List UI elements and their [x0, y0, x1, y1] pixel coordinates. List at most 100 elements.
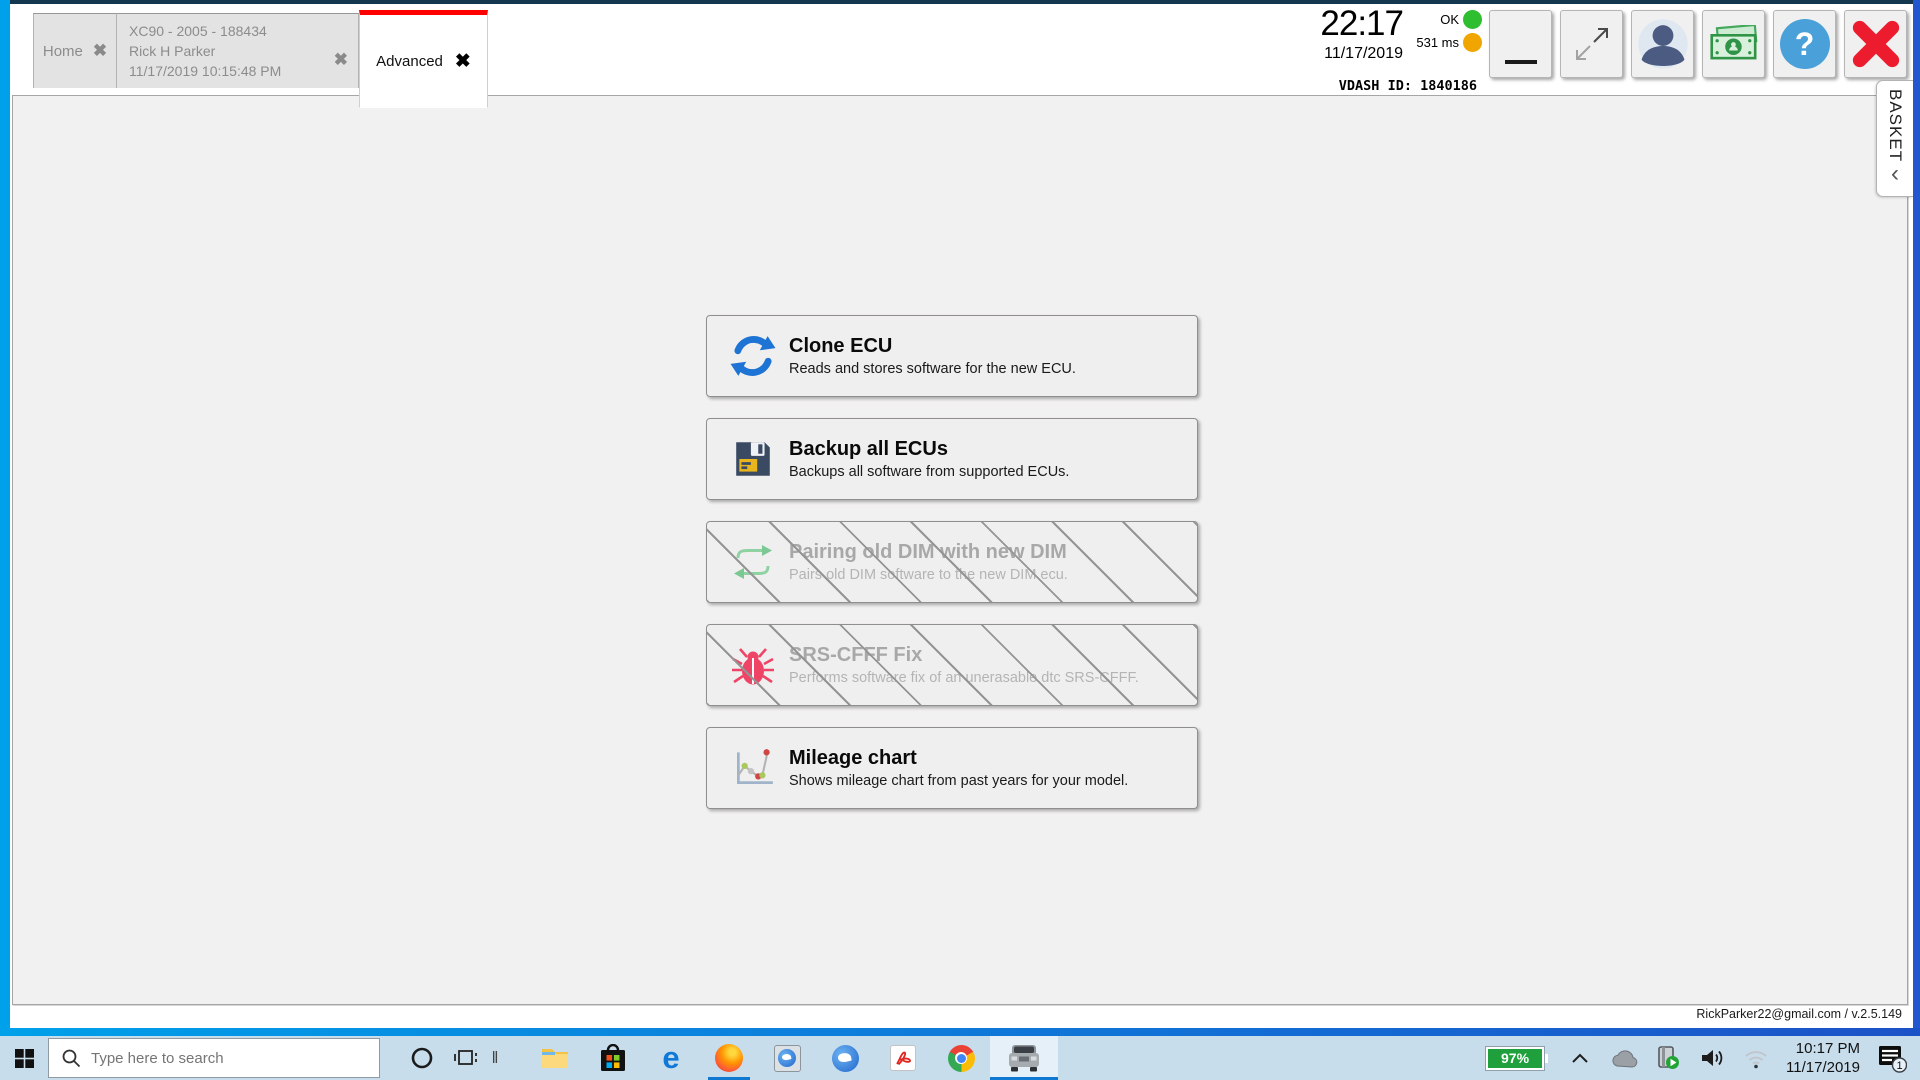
vdash-app-button[interactable]: [990, 1036, 1058, 1080]
menu-item-backup-all-ecus[interactable]: Backup all ECUs Backups all software fro…: [706, 418, 1198, 500]
onedrive-button[interactable]: [1602, 1036, 1646, 1080]
tray-clock[interactable]: 10:17 PM 11/17/2019: [1786, 1039, 1860, 1077]
bug-icon: [729, 642, 777, 688]
basket-panel-tab[interactable]: BASKET ‹: [1876, 80, 1913, 197]
acrobat-button[interactable]: [874, 1036, 932, 1080]
acrobat-icon: [890, 1045, 916, 1071]
system-tray: 97%: [1486, 1036, 1920, 1080]
menu-item-title: Mileage chart: [789, 745, 1128, 771]
tab-home[interactable]: Home ✖: [33, 13, 117, 88]
vdash-id-line: VDASH ID: 1840186: [1240, 78, 1477, 94]
cloud-icon: [1610, 1048, 1638, 1068]
edge-button[interactable]: e: [642, 1036, 700, 1080]
folder-icon: [540, 1045, 570, 1071]
minimize-icon: [1505, 60, 1537, 64]
thunderbird-button[interactable]: [816, 1036, 874, 1080]
file-explorer-button[interactable]: [526, 1036, 584, 1080]
window-border-top: [0, 0, 1920, 4]
thunderbird-setup-button[interactable]: [758, 1036, 816, 1080]
close-app-button[interactable]: [1844, 10, 1907, 78]
firefox-icon: [715, 1044, 743, 1072]
device-status-button[interactable]: [1646, 1036, 1690, 1080]
clock-time: 22:17: [1280, 4, 1403, 44]
tab-session-close-icon[interactable]: ✖: [334, 50, 348, 70]
minimize-button[interactable]: [1489, 10, 1552, 78]
tab-home-close-icon[interactable]: ✖: [93, 41, 107, 61]
network-button[interactable]: [1734, 1036, 1778, 1080]
thunderbird-icon: [778, 1049, 796, 1067]
vdash-id-value: 1840186: [1420, 78, 1477, 94]
tab-advanced-close-icon[interactable]: ✖: [455, 50, 471, 73]
help-button[interactable]: ?: [1773, 10, 1836, 78]
sync-icon: [729, 333, 777, 379]
menu-item-pairing-dim: Pairing old DIM with new DIM Pairs old D…: [706, 521, 1198, 603]
microsoft-store-button[interactable]: [584, 1036, 642, 1080]
taskbar-separator: ‖: [488, 1036, 502, 1080]
resize-arrows-icon: [1571, 23, 1613, 65]
menu-item-text: Backup all ECUs Backups all software fro…: [789, 436, 1069, 482]
tab-session-owner: Rick H Parker: [129, 43, 215, 59]
tab-advanced-label: Advanced: [376, 53, 443, 70]
menu-item-title: Backup all ECUs: [789, 436, 1069, 462]
chrome-button[interactable]: [932, 1036, 990, 1080]
header-buttons: ?: [1489, 10, 1907, 78]
car-icon: [1007, 1043, 1041, 1073]
chevron-left-icon: ‹: [1891, 164, 1899, 184]
header-clock: 22:17 11/17/2019: [1280, 4, 1403, 63]
battery-indicator[interactable]: 97%: [1486, 1047, 1544, 1070]
volume-button[interactable]: [1690, 1036, 1734, 1080]
status-ok-label: OK: [1440, 12, 1459, 27]
search-icon: [61, 1048, 81, 1068]
tab-advanced-active[interactable]: Advanced ✖: [359, 10, 488, 108]
tab-home-label: Home: [43, 43, 83, 60]
notification-count-glyph: 1: [1896, 1060, 1902, 1072]
tab-session[interactable]: XC90 - 2005 - 188434 Rick H Parker 11/17…: [117, 13, 359, 88]
vdash-app-window: Home ✖ XC90 - 2005 - 188434 Rick H Parke…: [0, 0, 1920, 1036]
desktop-screen: Home ✖ XC90 - 2005 - 188434 Rick H Parke…: [0, 0, 1920, 1080]
money-icon: [1709, 25, 1759, 63]
action-center-button[interactable]: 1 1: [1870, 1036, 1914, 1080]
advanced-menu: Clone ECU Reads and stores software for …: [706, 315, 1198, 830]
chevron-up-icon: [1569, 1049, 1591, 1067]
payment-button[interactable]: [1702, 10, 1765, 78]
window-border-bottom: [0, 1028, 1920, 1036]
start-button[interactable]: [0, 1036, 48, 1080]
resize-button[interactable]: [1560, 10, 1623, 78]
task-view-button[interactable]: [444, 1036, 488, 1080]
tray-expand-button[interactable]: [1558, 1036, 1602, 1080]
tab-session-vehicle: XC90 - 2005 - 188434: [129, 23, 267, 39]
wifi-icon: [1743, 1047, 1769, 1069]
account-button[interactable]: [1631, 10, 1694, 78]
menu-item-srs-cfff-fix: SRS-CFFF Fix Performs software fix of an…: [706, 624, 1198, 706]
menu-item-desc: Reads and stores software for the new EC…: [789, 359, 1076, 379]
help-icon: ?: [1780, 19, 1830, 69]
connection-status: OK 531 ms: [1398, 8, 1482, 54]
pinned-apps: e: [526, 1036, 1058, 1080]
vdash-id-label: VDASH ID:: [1339, 78, 1412, 94]
content-panel: Clone ECU Reads and stores software for …: [12, 95, 1908, 1005]
menu-item-text: Mileage chart Shows mileage chart from p…: [789, 745, 1128, 791]
tab-session-datetime: 11/17/2019 10:15:48 PM: [129, 63, 281, 79]
tab-bar: Home ✖ XC90 - 2005 - 188434 Rick H Parke…: [33, 13, 359, 88]
notification-icon: 1 1: [1877, 1043, 1907, 1073]
menu-item-text: Pairing old DIM with new DIM Pairs old D…: [789, 539, 1068, 585]
firefox-button[interactable]: [700, 1036, 758, 1080]
speaker-icon: [1699, 1046, 1725, 1070]
window-border-right: [1913, 0, 1920, 1036]
menu-item-clone-ecu[interactable]: Clone ECU Reads and stores software for …: [706, 315, 1198, 397]
menu-item-title: Clone ECU: [789, 333, 1076, 359]
floppy-icon: [729, 438, 777, 480]
menu-item-mileage-chart[interactable]: Mileage chart Shows mileage chart from p…: [706, 727, 1198, 809]
user-avatar-icon: [1637, 18, 1689, 70]
menu-item-desc: Backups all software from supported ECUs…: [789, 462, 1069, 482]
menu-item-desc: Pairs old DIM software to the new DIM ec…: [789, 565, 1068, 585]
taskbar-search-box[interactable]: [48, 1038, 380, 1078]
window-border-left: [0, 0, 10, 1036]
menu-item-text: SRS-CFFF Fix Performs software fix of an…: [789, 642, 1139, 688]
tab-session-info: XC90 - 2005 - 188434 Rick H Parker 11/17…: [129, 21, 281, 81]
windows-logo-icon: [15, 1049, 34, 1068]
device-play-icon: [1656, 1045, 1680, 1071]
cortana-button[interactable]: [400, 1036, 444, 1080]
task-view-icon: [453, 1046, 479, 1070]
search-input[interactable]: [91, 1050, 351, 1067]
